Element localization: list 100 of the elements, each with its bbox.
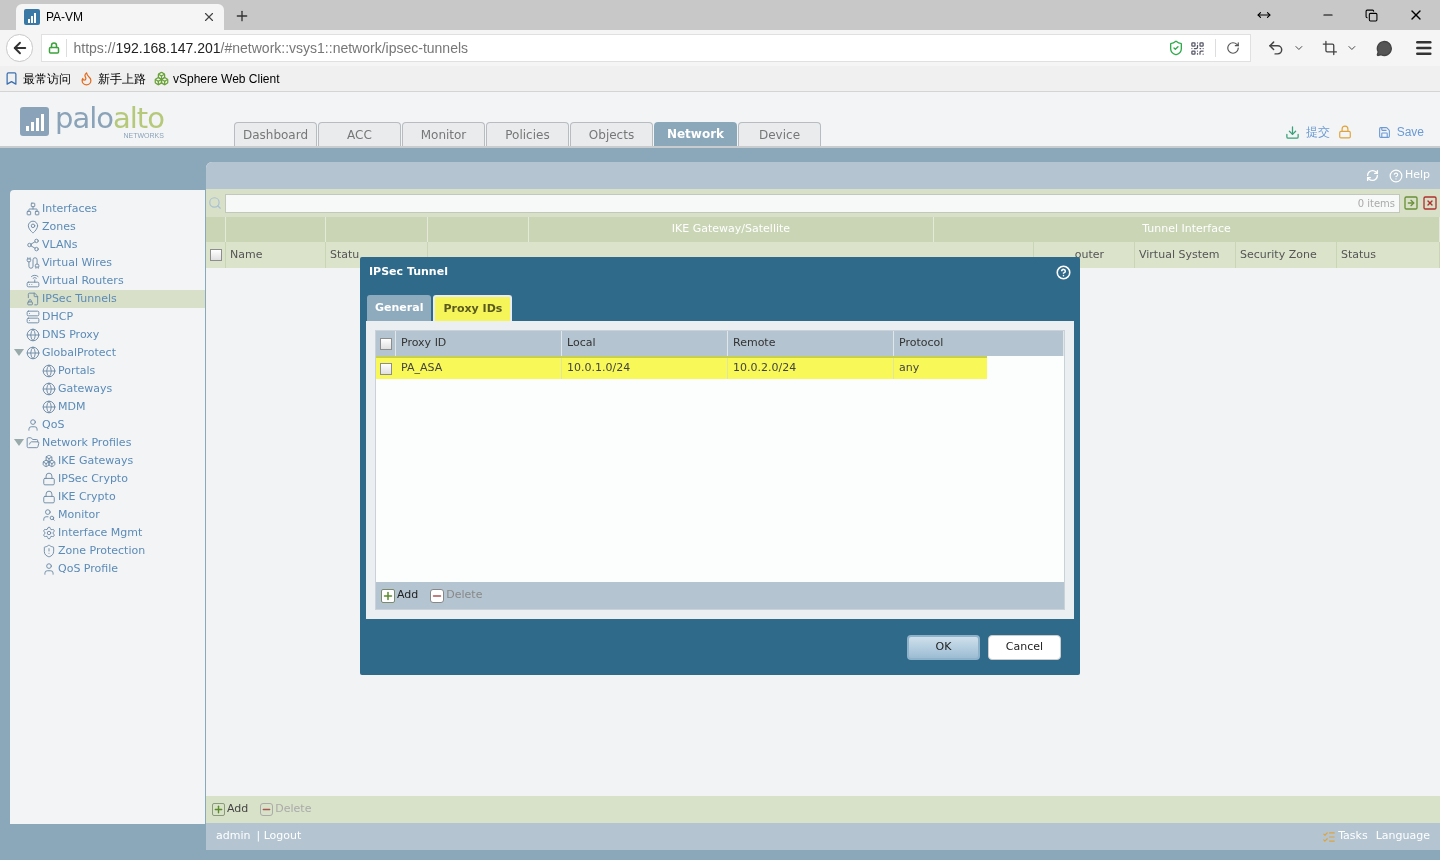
cancel-button[interactable]: Cancel <box>988 635 1061 660</box>
save-link[interactable]: Save <box>1396 123 1424 141</box>
checkbox[interactable] <box>380 362 392 375</box>
person-icon <box>26 418 40 432</box>
cable-icon <box>26 256 40 270</box>
close-icon[interactable] <box>202 10 216 24</box>
sidebar-item[interactable]: Interface Mgmt <box>10 524 205 542</box>
bookmark-link[interactable]: 新手上路 <box>79 69 146 88</box>
flame-icon <box>79 71 94 86</box>
file-lock-icon <box>26 292 40 306</box>
sidebar-item[interactable]: Virtual Routers <box>10 272 205 290</box>
app-logo-icon <box>24 9 40 25</box>
bookmark-link[interactable]: 最常访问 <box>4 69 71 88</box>
apply-filter-icon[interactable] <box>1403 195 1419 211</box>
sidebar-item[interactable]: VLANs <box>10 236 205 254</box>
sidebar-item[interactable]: Virtual Wires <box>10 254 205 272</box>
bookmark-link[interactable]: vSphere Web Client <box>154 69 280 88</box>
nav-tab[interactable]: Monitor <box>402 122 485 146</box>
crop-icon[interactable] <box>1322 40 1338 56</box>
nav-tab[interactable]: Policies <box>486 122 569 146</box>
expand-toggle[interactable] <box>14 439 24 446</box>
router-icon <box>26 274 40 288</box>
help-icon[interactable] <box>1056 264 1071 280</box>
logo-wordmark: paloalto <box>55 104 164 132</box>
checkbox[interactable] <box>209 249 222 261</box>
sidebar-item[interactable]: Monitor <box>10 506 205 524</box>
tab-title: PA-VM <box>46 9 85 26</box>
sidebar-item[interactable]: Interfaces <box>10 200 205 218</box>
nav-tab[interactable]: Network <box>654 122 737 146</box>
column-header[interactable]: outer <box>1074 246 1104 264</box>
sidebar-item[interactable]: Zones <box>10 218 205 236</box>
logout-link[interactable]: | Logout <box>256 828 302 845</box>
globe-icon <box>42 400 56 414</box>
table-cell: 10.0.2.0/24 <box>728 358 894 379</box>
table-action-button[interactable]: Add <box>381 587 419 604</box>
nav-tab[interactable]: ACC <box>318 122 401 146</box>
table-cell: PA_ASA <box>396 358 562 379</box>
dialog-tab[interactable]: Proxy IDs <box>433 295 513 321</box>
sidebar-item[interactable]: IPSec Crypto <box>10 470 205 488</box>
expand-toggle[interactable] <box>14 349 24 356</box>
lock-icon <box>48 42 61 54</box>
commit-link[interactable]: 提交 <box>1305 123 1330 141</box>
shield-icon[interactable] <box>1167 40 1184 56</box>
sidebar-item[interactable]: DNS Proxy <box>10 326 205 344</box>
browser-tab[interactable]: PA-VM <box>16 4 224 30</box>
chat-icon[interactable] <box>1375 39 1393 57</box>
dialog-tab[interactable]: General <box>367 295 432 321</box>
logo-icon <box>20 107 49 136</box>
minus-icon <box>260 803 274 816</box>
sidebar-item[interactable]: QoS Profile <box>10 560 205 578</box>
ok-button[interactable]: OK <box>907 635 980 660</box>
commit-icon <box>1284 124 1300 140</box>
add-icon <box>381 588 395 603</box>
nav-tab[interactable]: Device <box>738 122 821 146</box>
globe-icon <box>42 364 56 378</box>
table-cell: 10.0.1.0/24 <box>562 358 728 379</box>
network-icon <box>26 202 40 216</box>
sidebar-item[interactable]: Network Profiles <box>10 434 205 452</box>
sidebar-item[interactable]: MDM <box>10 398 205 416</box>
back-button[interactable] <box>6 34 34 62</box>
sidebar-item[interactable]: QoS <box>10 416 205 434</box>
minus-icon <box>430 588 445 603</box>
help-link[interactable]: Help <box>1388 167 1430 184</box>
gear-icon <box>42 526 56 540</box>
restore-icon[interactable] <box>1365 8 1378 22</box>
save-icon <box>1377 125 1391 139</box>
shield-icon <box>42 544 56 558</box>
search-field[interactable]: 0 items <box>225 193 1400 213</box>
boxes-icon <box>154 71 169 86</box>
table-row[interactable]: PA_ASA 10.0.1.0/24 10.0.2.0/24 any <box>376 356 987 379</box>
search-icon <box>208 196 222 210</box>
address-bar[interactable]: https://192.168.147.201/#network::vsys1::network/ipsec-tunnels <box>41 34 1251 62</box>
globe-icon <box>26 328 40 342</box>
qr-code-icon[interactable] <box>1189 40 1205 56</box>
nav-tab[interactable]: Dashboard <box>234 122 317 146</box>
table-action-button[interactable]: Add <box>212 801 249 818</box>
tasks-link[interactable]: Tasks <box>1322 828 1368 845</box>
nav-tab[interactable]: Objects <box>570 122 653 146</box>
sidebar-item[interactable]: GlobalProtect <box>10 344 205 362</box>
help-icon <box>1388 168 1403 183</box>
menu-icon[interactable] <box>1414 38 1434 58</box>
url-text: https://192.168.147.201/#network::vsys1::network/ipsec-tunnels <box>73 38 470 58</box>
sidebar-item[interactable]: IKE Gateways <box>10 452 205 470</box>
new-tab-icon[interactable] <box>234 8 250 24</box>
user-name: admin <box>216 828 251 845</box>
checkbox[interactable] <box>379 337 392 350</box>
undo-icon[interactable] <box>1266 39 1285 57</box>
sidebar-item[interactable]: IPSec Tunnels <box>10 290 205 308</box>
clear-filter-icon[interactable] <box>1422 195 1438 211</box>
lock-icon <box>42 472 56 486</box>
globe-icon <box>26 346 40 360</box>
reload-icon[interactable] <box>1225 41 1240 55</box>
sidebar-item[interactable]: Gateways <box>10 380 205 398</box>
add-icon <box>212 803 225 816</box>
sidebar-item[interactable]: Portals <box>10 362 205 380</box>
lock-icon <box>42 490 56 504</box>
sidebar-item[interactable]: IKE Crypto <box>10 488 205 506</box>
sidebar-item[interactable]: DHCP <box>10 308 205 326</box>
sidebar-item[interactable]: Zone Protection <box>10 542 205 560</box>
language-link[interactable]: Language <box>1375 828 1430 845</box>
